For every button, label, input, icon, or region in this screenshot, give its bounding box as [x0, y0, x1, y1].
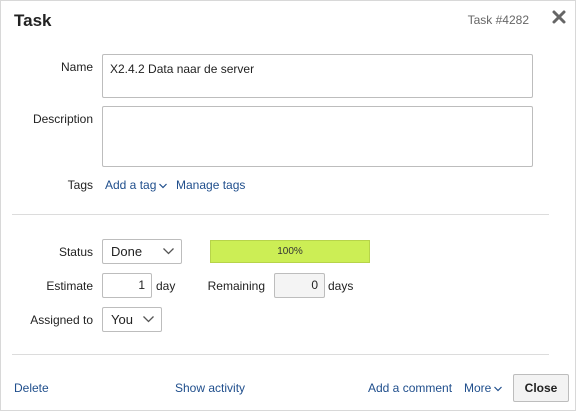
tags-label: Tags — [67, 178, 93, 192]
add-tag-label: Add a tag — [105, 178, 157, 192]
status-value: Done — [111, 244, 143, 259]
name-label: Name — [60, 60, 93, 74]
progress-text: 100% — [277, 246, 303, 257]
chevron-down-icon — [159, 183, 168, 189]
remaining-label: Remaining — [207, 279, 265, 293]
more-label: More — [464, 381, 492, 395]
description-label: Description — [32, 112, 93, 126]
estimate-unit: day — [156, 279, 176, 293]
assigned-to-select[interactable]: You — [102, 307, 162, 332]
delete-link[interactable]: Delete — [14, 381, 49, 395]
description-field[interactable] — [102, 106, 533, 167]
name-field[interactable]: X2.4.2 Data naar de server — [102, 54, 533, 98]
task-id: Task #4282 — [467, 13, 529, 27]
manage-tags-link[interactable]: Manage tags — [176, 178, 245, 192]
dialog-title: Task — [14, 11, 52, 30]
show-activity-link[interactable]: Show activity — [175, 381, 245, 395]
add-tag-link[interactable]: Add a tag — [105, 178, 168, 192]
close-icon[interactable] — [550, 8, 568, 26]
remaining-value: 0 — [274, 273, 325, 298]
estimate-input[interactable]: 1 — [102, 273, 152, 298]
divider-top — [12, 214, 549, 215]
divider-bottom — [12, 354, 549, 355]
progress-bar: 100% — [210, 240, 370, 263]
chevron-down-icon — [143, 316, 154, 323]
assigned-to-label: Assigned to — [30, 313, 93, 327]
chevron-down-icon — [494, 386, 503, 392]
task-dialog: Task Task #4282 Name X2.4.2 Data naar de… — [0, 0, 576, 411]
assigned-to-value: You — [111, 312, 133, 327]
add-comment-link[interactable]: Add a comment — [368, 381, 452, 395]
more-menu[interactable]: More — [464, 381, 503, 395]
chevron-down-icon — [163, 248, 174, 255]
remaining-unit: days — [328, 279, 354, 293]
status-select[interactable]: Done — [102, 239, 182, 264]
estimate-label: Estimate — [46, 279, 93, 293]
status-label: Status — [58, 245, 93, 259]
close-button[interactable]: Close — [513, 374, 569, 402]
